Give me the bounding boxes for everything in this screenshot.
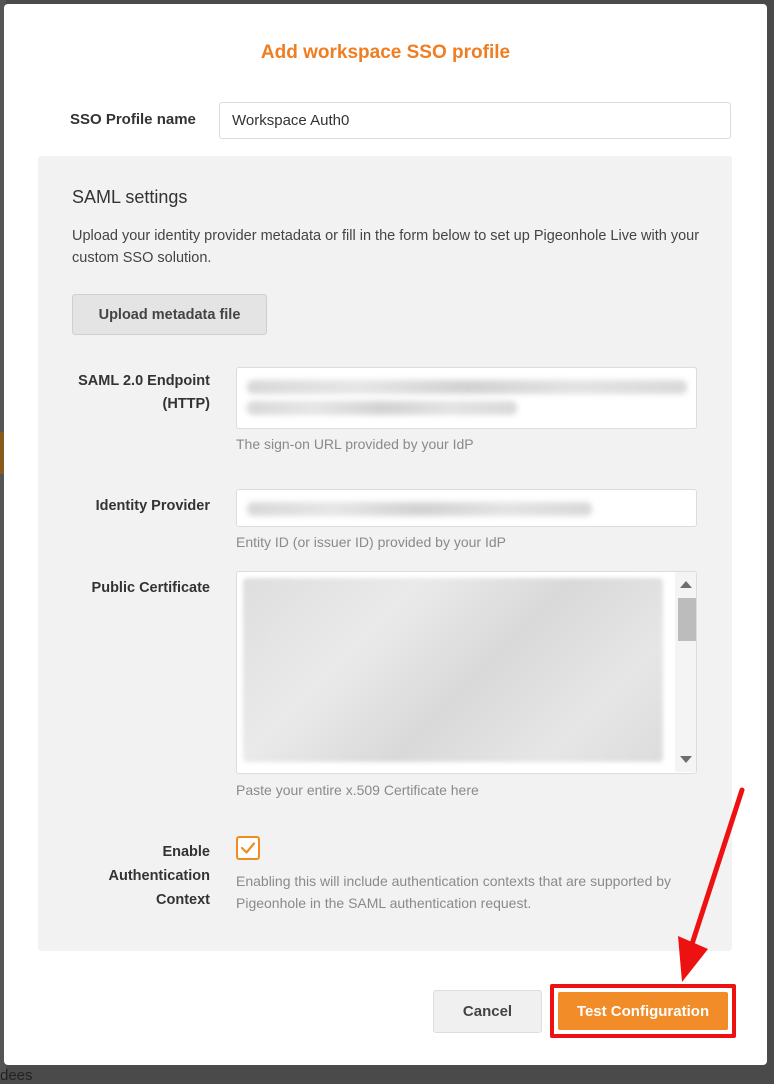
modal-title: Add workspace SSO profile <box>260 42 511 63</box>
endpoint-redacted-line <box>247 401 517 415</box>
profile-name-label: SSO Profile name <box>70 111 196 128</box>
cancel-button[interactable]: Cancel <box>433 990 542 1033</box>
auth-context-label-line3: Context <box>156 892 210 908</box>
saml-settings-title: SAML settings <box>72 187 188 207</box>
auth-context-label-line2: Authentication <box>108 868 211 884</box>
scroll-down-icon[interactable] <box>680 756 692 763</box>
scroll-up-icon[interactable] <box>680 581 692 588</box>
saml-settings-panel: SAML settings Upload your identity provi… <box>38 156 732 951</box>
idp-label: Identity Provider <box>95 498 210 514</box>
endpoint-label-line2: (HTTP) <box>162 396 210 412</box>
endpoint-input[interactable] <box>236 367 697 429</box>
auth-context-label: Enable Authentication Context <box>109 840 211 912</box>
highlight-box: Test Configuration <box>550 984 736 1038</box>
cert-help: Paste your entire x.509 Certificate here <box>236 782 479 798</box>
endpoint-label: SAML 2.0 Endpoint (HTTP) <box>78 370 210 416</box>
cert-textarea[interactable] <box>236 571 697 774</box>
cert-scrollbar[interactable] <box>675 572 696 772</box>
test-configuration-button[interactable]: Test Configuration <box>558 992 728 1030</box>
red-arrow-icon <box>678 787 745 982</box>
background-text: dees <box>0 1067 33 1084</box>
endpoint-label-line1: SAML 2.0 Endpoint <box>78 373 210 389</box>
profile-name-input[interactable] <box>219 102 731 139</box>
cert-label: Public Certificate <box>91 580 210 596</box>
endpoint-help: The sign-on URL provided by your IdP <box>236 436 474 452</box>
auth-context-help: Enabling this will include authenticatio… <box>236 873 672 911</box>
idp-redacted-line <box>247 502 592 516</box>
idp-input[interactable] <box>236 489 697 527</box>
scroll-thumb[interactable] <box>678 598 696 641</box>
saml-settings-description: Upload your identity provider metadata o… <box>72 228 700 266</box>
idp-help: Entity ID (or issuer ID) provided by you… <box>236 534 506 550</box>
sso-profile-modal: Add workspace SSO profile SSO Profile na… <box>4 4 767 1065</box>
cert-redacted-content <box>243 578 663 762</box>
auth-context-label-line1: Enable <box>162 844 210 860</box>
endpoint-redacted-line <box>247 380 687 394</box>
upload-metadata-button[interactable]: Upload metadata file <box>72 294 267 335</box>
auth-context-checkbox[interactable] <box>236 836 260 860</box>
check-icon <box>240 842 256 854</box>
